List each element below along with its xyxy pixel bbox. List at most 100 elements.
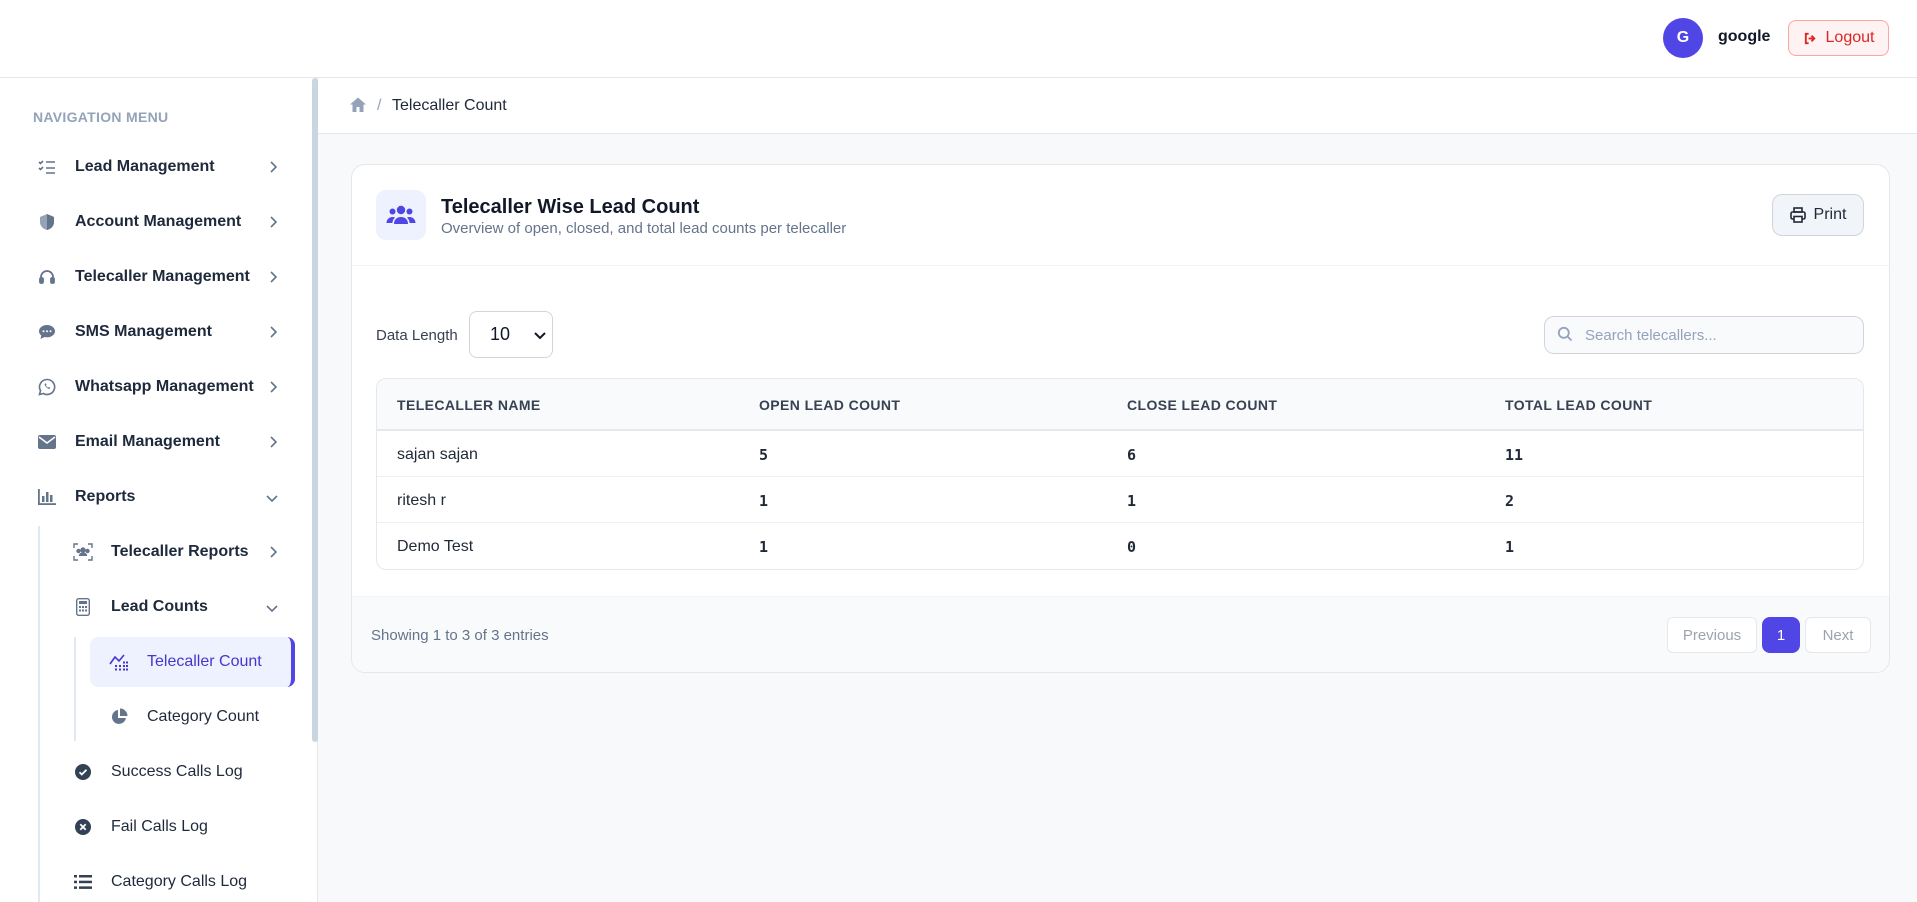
logout-label: Logout bbox=[1825, 29, 1875, 46]
breadcrumb bbox=[318, 78, 1917, 134]
sidebar-item-sms-management[interactable]: SMS Management bbox=[33, 319, 283, 345]
column-header-total-lead-count[interactable]: TOTAL LEAD COUNT bbox=[1505, 397, 1652, 413]
users-icon bbox=[376, 190, 426, 240]
sidebar-item-lead-counts[interactable]: Lead Counts bbox=[69, 594, 283, 620]
sidebar-item-label: Whatsapp Management bbox=[75, 378, 254, 395]
shield-icon bbox=[37, 212, 57, 232]
list-check-icon bbox=[37, 157, 57, 177]
sidebar-item-label: Telecaller Reports bbox=[111, 543, 249, 560]
card-footer bbox=[352, 596, 1889, 672]
table-row[interactable]: sajan sajan 5 6 11 bbox=[377, 431, 1863, 477]
column-header-telecaller-name[interactable]: TELECALLER NAME bbox=[397, 397, 541, 413]
bar-chart-icon bbox=[37, 487, 57, 507]
sidebar-item-label: Reports bbox=[75, 488, 136, 505]
cell-open-lead-count: 1 bbox=[759, 492, 769, 510]
sidebar-item-reports[interactable]: Reports bbox=[33, 484, 283, 510]
printer-icon bbox=[1789, 207, 1806, 223]
sidebar-item-lead-management[interactable]: Lead Management bbox=[33, 154, 283, 180]
sidebar-item-label: Category Calls Log bbox=[111, 873, 248, 890]
cell-close-lead-count: 6 bbox=[1127, 446, 1137, 464]
cell-total-lead-count: 11 bbox=[1505, 446, 1524, 464]
tree-line-reports bbox=[38, 526, 40, 902]
logout-button[interactable]: Logout bbox=[1788, 20, 1889, 56]
cell-close-lead-count: 1 bbox=[1127, 492, 1137, 510]
sidebar-item-label: Category Count bbox=[147, 708, 260, 725]
page-title: Telecaller Wise Lead Count bbox=[441, 196, 700, 218]
pagination-page-1[interactable]: 1 bbox=[1762, 617, 1800, 653]
sidebar-item-label: Success Calls Log bbox=[111, 763, 243, 780]
sidebar-item-label: Email Management bbox=[75, 433, 220, 450]
sidebar-item-telecaller-reports[interactable]: Telecaller Reports bbox=[69, 539, 283, 565]
search-input[interactable] bbox=[1585, 322, 1855, 348]
chevron-right-icon bbox=[270, 326, 278, 338]
data-length-label: Data Length bbox=[376, 327, 458, 344]
check-circle-icon bbox=[73, 762, 93, 782]
pagination-next[interactable]: Next bbox=[1805, 617, 1871, 653]
print-label: Print bbox=[1813, 206, 1847, 223]
chevron-down-icon bbox=[266, 495, 278, 503]
whatsapp-icon bbox=[37, 377, 57, 397]
avatar[interactable]: G bbox=[1663, 18, 1703, 58]
logout-icon bbox=[1804, 32, 1816, 44]
sidebar-item-label: Lead Counts bbox=[111, 598, 208, 615]
sidebar-item-label: Telecaller Count bbox=[147, 653, 262, 670]
chat-bubble-icon bbox=[37, 322, 57, 342]
sidebar-item-whatsapp-management[interactable]: Whatsapp Management bbox=[33, 374, 283, 400]
headset-icon bbox=[37, 267, 57, 287]
users-scan-icon bbox=[73, 542, 93, 562]
cell-total-lead-count: 2 bbox=[1505, 492, 1515, 510]
cell-telecaller-name: Demo Test bbox=[397, 538, 474, 555]
print-button[interactable]: Print bbox=[1772, 194, 1864, 236]
calculator-icon bbox=[73, 597, 93, 617]
chevron-right-icon bbox=[270, 271, 278, 283]
list-icon bbox=[73, 872, 93, 892]
chevron-down-icon bbox=[266, 605, 278, 613]
chevron-right-icon bbox=[270, 381, 278, 393]
breadcrumb-current: Telecaller Count bbox=[392, 97, 507, 114]
entries-info: Showing 1 to 3 of 3 entries bbox=[371, 627, 549, 644]
sidebar-scrollbar[interactable] bbox=[312, 78, 318, 742]
sidebar-item-success-calls-log[interactable]: Success Calls Log bbox=[69, 759, 283, 785]
sidebar-item-category-count[interactable]: Category Count bbox=[105, 704, 285, 730]
top-header bbox=[0, 0, 1917, 78]
cell-open-lead-count: 1 bbox=[759, 538, 769, 556]
table-row[interactable]: Demo Test 1 0 1 bbox=[377, 523, 1863, 569]
pagination-previous[interactable]: Previous bbox=[1667, 617, 1757, 653]
cell-telecaller-name: ritesh r bbox=[397, 492, 446, 509]
sidebar-item-telecaller-management[interactable]: Telecaller Management bbox=[33, 264, 283, 290]
sidebar-item-email-management[interactable]: Email Management bbox=[33, 429, 283, 455]
x-circle-icon bbox=[73, 817, 93, 837]
sidebar-item-fail-calls-log[interactable]: Fail Calls Log bbox=[69, 814, 283, 840]
cell-total-lead-count: 1 bbox=[1505, 538, 1515, 556]
cell-open-lead-count: 5 bbox=[759, 446, 769, 464]
tree-line-lead-counts bbox=[74, 637, 76, 741]
telecaller-table: TELECALLER NAME OPEN LEAD COUNT CLOSE LE… bbox=[376, 378, 1864, 570]
column-header-open-lead-count[interactable]: OPEN LEAD COUNT bbox=[759, 397, 900, 413]
sidebar-item-telecaller-count[interactable]: Telecaller Count bbox=[105, 649, 285, 675]
sidebar-item-label: Account Management bbox=[75, 213, 242, 230]
cell-close-lead-count: 0 bbox=[1127, 538, 1137, 556]
chevron-right-icon bbox=[270, 436, 278, 448]
chevron-right-icon bbox=[270, 216, 278, 228]
chevron-right-icon bbox=[270, 161, 278, 173]
chevron-down-icon bbox=[534, 332, 546, 340]
sidebar-item-label: Fail Calls Log bbox=[111, 818, 208, 835]
home-icon[interactable] bbox=[349, 96, 367, 114]
chart-dots-icon bbox=[109, 652, 129, 672]
table-header: TELECALLER NAME OPEN LEAD COUNT CLOSE LE… bbox=[377, 379, 1863, 431]
username: google bbox=[1718, 28, 1771, 45]
sidebar-item-category-calls-log[interactable]: Category Calls Log bbox=[69, 869, 283, 895]
table-row[interactable]: ritesh r 1 1 2 bbox=[377, 477, 1863, 523]
column-header-close-lead-count[interactable]: CLOSE LEAD COUNT bbox=[1127, 397, 1277, 413]
page-subtitle: Overview of open, closed, and total lead… bbox=[441, 220, 847, 237]
card-header-divider bbox=[352, 265, 1889, 266]
cell-telecaller-name: sajan sajan bbox=[397, 446, 478, 463]
chevron-right-icon bbox=[270, 546, 278, 558]
sidebar-item-label: Telecaller Management bbox=[75, 268, 250, 285]
sidebar-item-account-management[interactable]: Account Management bbox=[33, 209, 283, 235]
breadcrumb-separator: / bbox=[377, 97, 382, 114]
sidebar-item-label: SMS Management bbox=[75, 323, 212, 340]
sidebar-item-label: Lead Management bbox=[75, 158, 215, 175]
search-icon bbox=[1557, 326, 1573, 342]
envelope-icon bbox=[37, 432, 57, 452]
